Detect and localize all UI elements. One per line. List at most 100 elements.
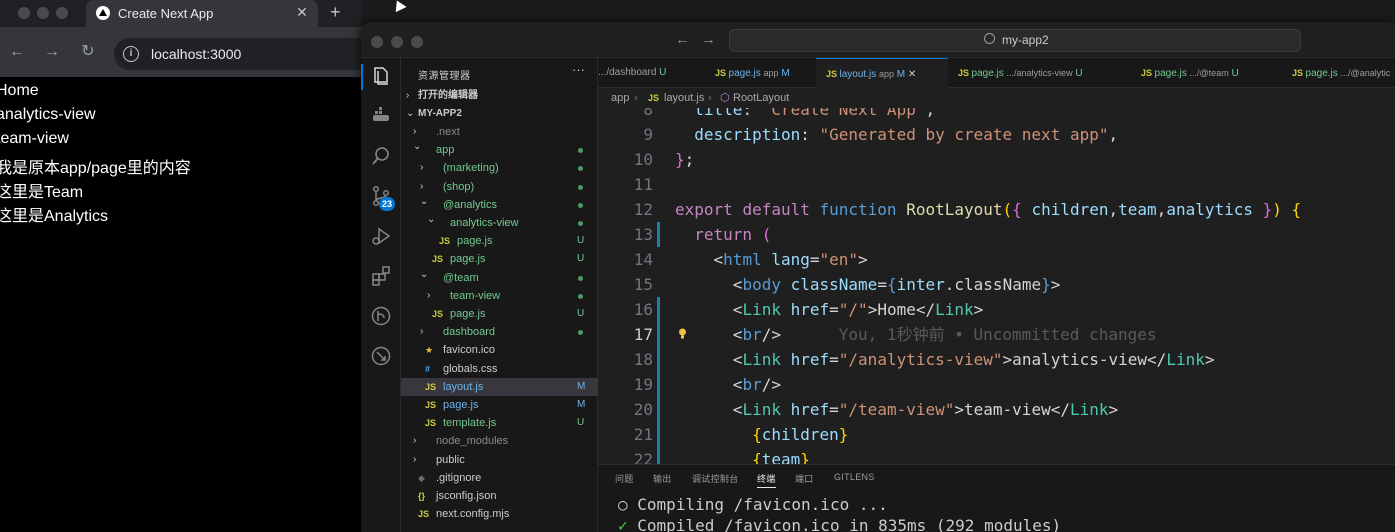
new-tab-button[interactable]: +: [330, 2, 341, 23]
panel-tab[interactable]: 调试控制台: [692, 472, 739, 485]
remote-explorer-icon[interactable]: [369, 345, 393, 369]
url-text[interactable]: localhost:3000: [151, 46, 241, 62]
editor-tab[interactable]: .../dashboard U: [598, 58, 705, 88]
extensions-icon[interactable]: [369, 265, 393, 289]
panel-tab[interactable]: 端口: [795, 472, 814, 485]
docker-icon[interactable]: [369, 105, 393, 129]
code-token: />: [761, 325, 781, 344]
breadcrumb-separator: ›: [708, 92, 712, 104]
code-line[interactable]: 11: [598, 172, 1395, 197]
code-token: >: [973, 300, 984, 319]
command-center-search[interactable]: my-app2: [729, 29, 1301, 52]
code-line[interactable]: 20 <Link href="/team-view">team-view</Li…: [598, 397, 1395, 422]
code-text: <Link href="/team-view">team-view</Link>: [675, 397, 1118, 422]
tree-item[interactable]: JS next.config.mjs: [401, 505, 598, 523]
file-git-icon: ◆: [418, 472, 425, 483]
tree-item[interactable]: › node_modules: [401, 432, 598, 450]
tree-item[interactable]: {} jsconfig.json: [401, 487, 598, 505]
code-line[interactable]: 13 return (: [598, 222, 1395, 247]
editor-tab[interactable]: JS page.js app M: [705, 58, 816, 88]
code-line[interactable]: 16 <Link href="/">Home</Link>: [598, 297, 1395, 322]
code-line[interactable]: 21 {children}: [598, 422, 1395, 447]
chevron-down-icon: ⌄: [406, 108, 415, 119]
tree-item[interactable]: JS page.js U: [401, 250, 598, 268]
team-view-link[interactable]: team-view: [0, 130, 69, 148]
code-line[interactable]: 10};: [598, 147, 1395, 172]
editor-tab[interactable]: JS page.js .../analytics-view U: [948, 58, 1131, 88]
breadcrumb-folder[interactable]: app: [611, 88, 629, 108]
minimize-window-button[interactable]: [37, 7, 49, 19]
lightbulb-icon[interactable]: [678, 328, 687, 340]
tree-item[interactable]: JS template.js U: [401, 414, 598, 432]
editor-tab-status: U: [659, 67, 667, 78]
tree-item[interactable]: › public: [401, 451, 598, 469]
code-line[interactable]: 18 <Link href="/analytics-view">analytic…: [598, 347, 1395, 372]
code-line[interactable]: 19 <br/>: [598, 372, 1395, 397]
editor-tab[interactable]: JS page.js .../@team U: [1131, 58, 1282, 88]
run-debug-icon[interactable]: [369, 225, 393, 249]
minimize-window-button[interactable]: [391, 36, 403, 48]
browser-tab[interactable]: Create Next App ✕: [86, 0, 318, 27]
forward-button[interactable]: →: [43, 43, 61, 61]
tree-item[interactable]: ⌄ analytics-view: [401, 214, 598, 232]
code-token: ,: [1108, 125, 1119, 144]
code-line[interactable]: 12 export default function RootLayout({ c…: [598, 197, 1395, 222]
tree-item[interactable]: # globals.css: [401, 360, 598, 378]
tree-item[interactable]: ⌄ app: [401, 141, 598, 159]
tree-item-label: node_modules: [436, 435, 509, 448]
code-line[interactable]: 9 description: "Generated by create next…: [598, 122, 1395, 147]
more-actions-icon[interactable]: ···: [572, 62, 585, 77]
tree-item[interactable]: JS page.js U: [401, 232, 598, 250]
tree-item[interactable]: JS page.js U: [401, 305, 598, 323]
nextjs-favicon-icon: [96, 6, 110, 20]
back-button[interactable]: ←: [8, 43, 26, 61]
js-file-icon: JS: [715, 68, 729, 78]
tree-item[interactable]: › (shop): [401, 178, 598, 196]
close-window-button[interactable]: [371, 36, 383, 48]
panel-tab[interactable]: 问题: [615, 472, 634, 485]
panel-tab[interactable]: 输出: [653, 472, 672, 485]
file-js-icon: JS: [432, 309, 444, 319]
tree-item[interactable]: JS layout.js M: [401, 377, 598, 396]
go-forward-icon[interactable]: →: [701, 31, 716, 48]
tree-item[interactable]: › (marketing): [401, 159, 598, 177]
project-section[interactable]: ⌄ MY-APP2: [401, 105, 598, 123]
gitlens-icon[interactable]: [369, 305, 393, 329]
go-back-icon[interactable]: ←: [675, 31, 690, 48]
code-text: {team}: [675, 447, 810, 464]
code-line[interactable]: 14 <html lang="en">: [598, 247, 1395, 272]
code-line[interactable]: 22 {team}: [598, 447, 1395, 464]
analytics-view-link[interactable]: analytics-view: [0, 106, 96, 124]
tree-item[interactable]: › dashboard: [401, 323, 598, 341]
tree-item[interactable]: ⌄ @team: [401, 269, 598, 287]
tree-item[interactable]: ◆ .gitignore: [401, 469, 598, 487]
tree-item[interactable]: JS page.js M: [401, 396, 598, 414]
editor-tab[interactable]: JS page.js .../@analytic: [1282, 58, 1395, 88]
maximize-window-button[interactable]: [411, 36, 423, 48]
tree-item[interactable]: › team-view: [401, 287, 598, 305]
tree-item[interactable]: › .next: [401, 123, 598, 141]
code-line[interactable]: 17 <br/> You, 1秒钟前 • Uncommitted changes: [598, 322, 1395, 347]
code-editor[interactable]: 8 title: "Create Next App", 9 description…: [598, 108, 1395, 464]
breadcrumb-file[interactable]: layout.js: [664, 88, 704, 108]
search-icon[interactable]: [369, 145, 393, 169]
panel-tab[interactable]: 终端: [757, 472, 776, 488]
close-tab-icon[interactable]: ✕: [908, 69, 916, 80]
open-editors-section[interactable]: › 打开的编辑器: [401, 87, 598, 105]
tree-item[interactable]: ★ favicon.ico: [401, 341, 598, 359]
maximize-window-button[interactable]: [56, 7, 68, 19]
home-link[interactable]: Home: [0, 82, 39, 100]
address-bar[interactable]: i localhost:3000: [114, 38, 362, 70]
breadcrumb-symbol[interactable]: RootLayout: [733, 88, 789, 108]
panel-tab[interactable]: GITLENS: [834, 472, 875, 482]
code-token: >team-view</: [954, 400, 1070, 419]
editor-tab[interactable]: JS layout.js app M ✕: [816, 58, 948, 88]
explorer-icon[interactable]: [369, 65, 393, 89]
reload-button[interactable]: ↻: [79, 43, 97, 61]
code-line[interactable]: 8 title: "Create Next App",: [598, 108, 1395, 122]
close-window-button[interactable]: [18, 7, 30, 19]
tab-close-icon[interactable]: ✕: [294, 4, 310, 21]
site-info-icon[interactable]: i: [123, 46, 139, 62]
git-status-dot: [578, 293, 583, 299]
code-line[interactable]: 15 <body className={inter.className}>: [598, 272, 1395, 297]
